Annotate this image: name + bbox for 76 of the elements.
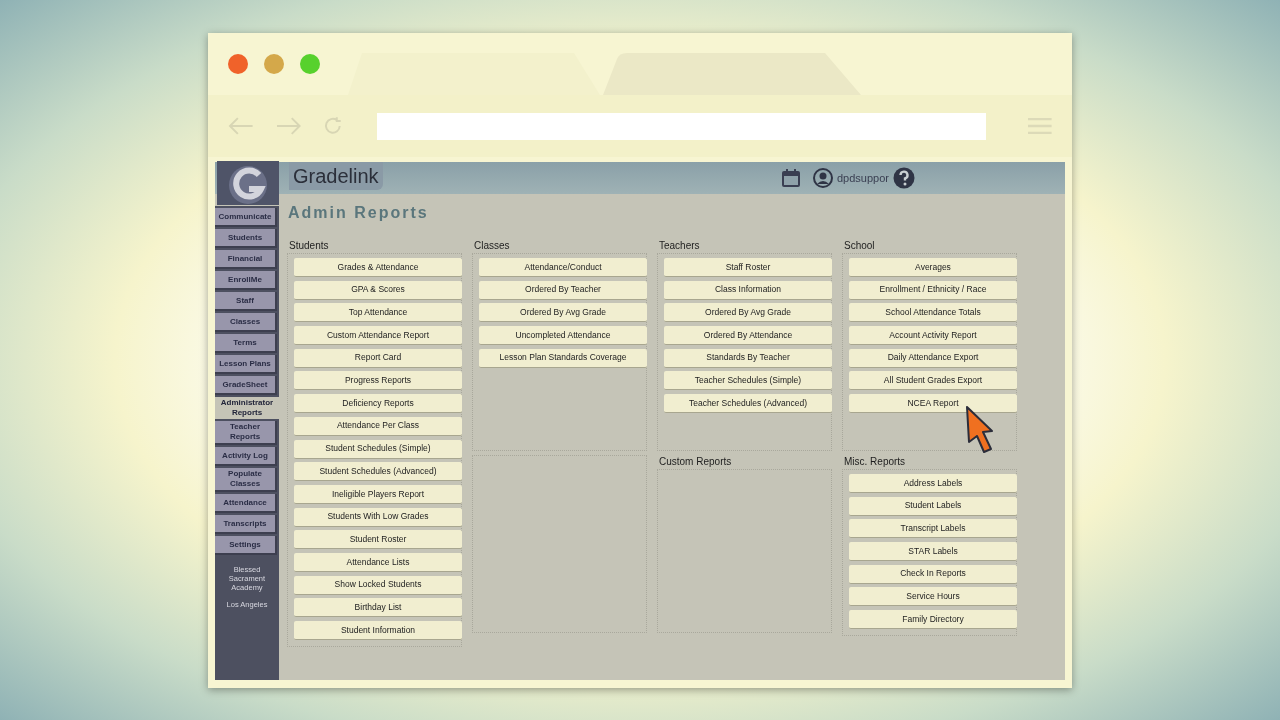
page-title: Admin Reports xyxy=(288,203,430,223)
report-button[interactable]: STAR Labels xyxy=(849,542,1017,562)
report-button[interactable]: Progress Reports xyxy=(294,371,462,391)
report-button[interactable]: Deficiency Reports xyxy=(294,394,462,414)
report-button[interactable]: Teacher Schedules (Simple) xyxy=(664,371,832,391)
report-button[interactable]: Ineligible Players Report xyxy=(294,484,462,504)
report-button[interactable]: Daily Attendance Export xyxy=(849,348,1017,368)
sidebar-item[interactable]: Transcripts xyxy=(215,515,277,534)
report-button[interactable]: Student Schedules (Advanced) xyxy=(294,462,462,482)
sidebar-item[interactable]: Lesson Plans xyxy=(215,355,277,374)
report-button[interactable]: Ordered By Avg Grade xyxy=(479,303,647,323)
report-button[interactable]: Students With Low Grades xyxy=(294,507,462,527)
report-button[interactable]: Family Directory xyxy=(849,610,1017,630)
report-button[interactable]: Lesson Plan Standards Coverage xyxy=(479,348,647,368)
sidebar-item[interactable]: EnrollMe xyxy=(215,271,277,290)
report-button[interactable]: Check In Reports xyxy=(849,564,1017,584)
report-button[interactable]: Custom Attendance Report xyxy=(294,326,462,346)
report-button[interactable]: NCEA Report xyxy=(849,394,1017,414)
brand-name: Gradelink xyxy=(289,162,383,190)
report-button[interactable]: GPA & Scores xyxy=(294,280,462,300)
report-button[interactable]: Teacher Schedules (Advanced) xyxy=(664,394,832,414)
section-title: Teachers xyxy=(658,239,701,253)
section-title: Classes xyxy=(473,239,511,253)
sidebar-item[interactable]: Teacher Reports xyxy=(215,421,277,445)
section-title: Custom Reports xyxy=(658,455,733,469)
sidebar-item[interactable]: Activity Log xyxy=(215,447,277,466)
report-button[interactable]: Report Card xyxy=(294,348,462,368)
report-button[interactable]: Class Information xyxy=(664,280,832,300)
report-button[interactable]: School Attendance Totals xyxy=(849,303,1017,323)
section-title: Students xyxy=(288,239,330,253)
report-button[interactable]: Student Labels xyxy=(849,496,1017,516)
report-button[interactable]: Student Roster xyxy=(294,530,462,550)
sidebar-item[interactable]: Settings xyxy=(215,536,277,555)
forward-arrow-icon[interactable] xyxy=(275,117,302,135)
sidebar-item[interactable]: Administrator Reports xyxy=(215,397,279,419)
report-button[interactable]: Ordered By Avg Grade xyxy=(664,303,832,323)
report-button[interactable]: Show Locked Students xyxy=(294,575,462,595)
sidebar-item[interactable]: Financial xyxy=(215,250,277,269)
report-button[interactable]: All Student Grades Export xyxy=(849,371,1017,391)
user-avatar-icon[interactable] xyxy=(813,168,833,188)
section-title: Misc. Reports xyxy=(843,455,907,469)
help-icon[interactable] xyxy=(893,167,915,189)
report-button[interactable]: Attendance Per Class xyxy=(294,416,462,436)
sidebar-item[interactable]: Terms xyxy=(215,334,277,353)
sidebar-item[interactable]: GradeSheet xyxy=(215,376,277,395)
report-button[interactable]: Address Labels xyxy=(849,474,1017,493)
report-button[interactable]: Ordered By Attendance xyxy=(664,326,832,346)
sidebar-item[interactable]: Populate Classes xyxy=(215,468,277,492)
report-button[interactable]: Averages xyxy=(849,258,1017,277)
address-field[interactable] xyxy=(376,112,987,140)
sidebar-item[interactable]: Classes xyxy=(215,313,277,332)
sidebar-item[interactable]: Students xyxy=(215,229,277,248)
back-arrow-icon[interactable] xyxy=(228,117,254,135)
report-button[interactable]: Student Information xyxy=(294,621,462,640)
report-button[interactable]: Attendance Lists xyxy=(294,552,462,572)
report-button[interactable]: Ordered By Teacher xyxy=(479,280,647,300)
report-button[interactable]: Service Hours xyxy=(849,587,1017,607)
report-button[interactable]: Top Attendance xyxy=(294,303,462,323)
report-button[interactable]: Grades & Attendance xyxy=(294,258,462,277)
report-button[interactable]: Enrollment / Ethnicity / Race xyxy=(849,280,1017,300)
report-button[interactable]: Standards By Teacher xyxy=(664,348,832,368)
report-button[interactable]: Attendance/Conduct xyxy=(479,258,647,277)
report-button[interactable]: Uncompleted Attendance xyxy=(479,326,647,346)
mouse-cursor-icon xyxy=(964,405,996,455)
report-button[interactable]: Account Activity Report xyxy=(849,326,1017,346)
report-button[interactable]: Staff Roster xyxy=(664,258,832,277)
report-button[interactable]: Student Schedules (Simple) xyxy=(294,439,462,459)
section-title: School xyxy=(843,239,876,253)
sidebar-item[interactable]: Staff xyxy=(215,292,277,311)
sidebar-item[interactable]: Attendance xyxy=(215,494,277,513)
calendar-icon[interactable] xyxy=(781,168,801,188)
sidebar-item[interactable]: Communicate xyxy=(215,208,277,227)
report-button[interactable]: Birthday List xyxy=(294,598,462,618)
username[interactable]: dpdsuppor xyxy=(837,169,889,187)
reload-icon[interactable] xyxy=(323,116,343,136)
report-button[interactable]: Transcript Labels xyxy=(849,519,1017,539)
